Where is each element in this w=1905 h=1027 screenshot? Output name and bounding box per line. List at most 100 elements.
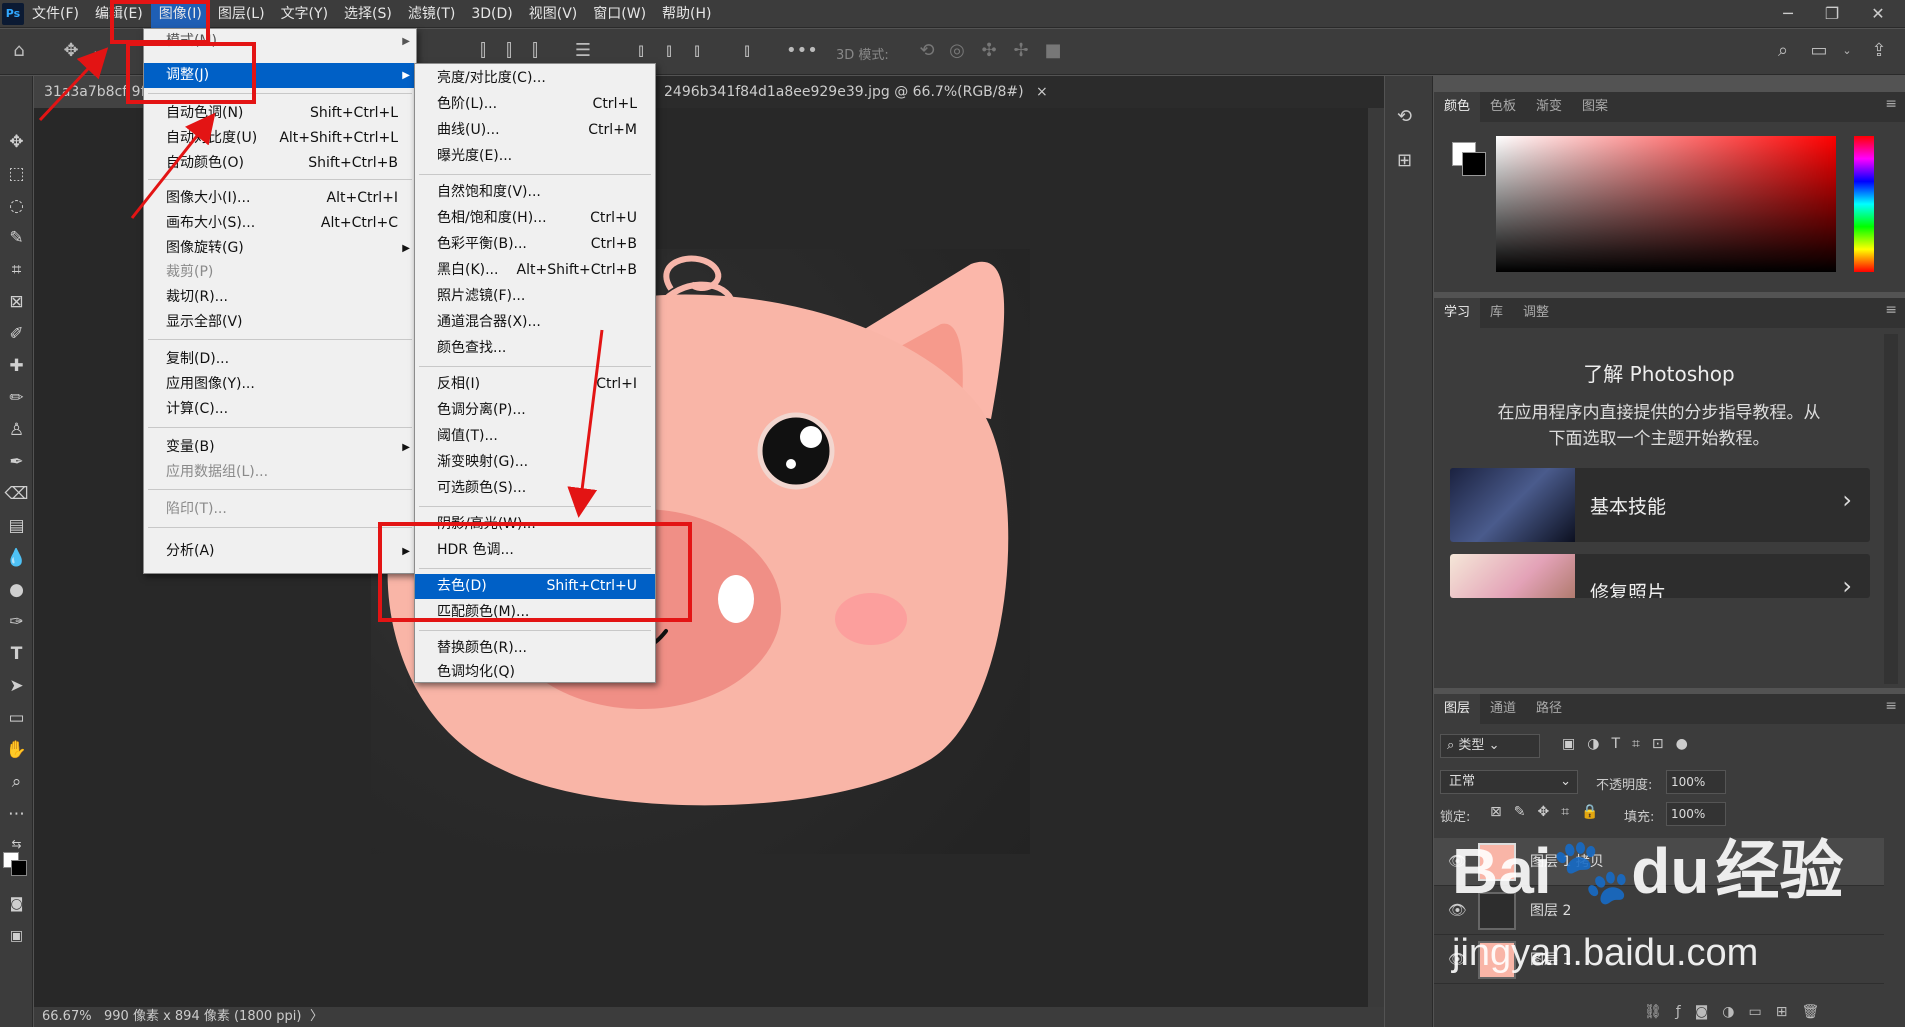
learn-card-thumbnail xyxy=(1450,554,1575,598)
hue-slider[interactable] xyxy=(1854,136,1874,272)
hand-tool-icon[interactable]: ✋ xyxy=(0,734,33,766)
layers-panel-tabs: 图层 通道 路径 xyxy=(1434,694,1905,724)
tab-libraries[interactable]: 库 xyxy=(1480,298,1513,328)
eye-icon[interactable]: 👁 xyxy=(1448,950,1467,968)
history-panel-icon[interactable]: ⟲ xyxy=(1397,106,1412,127)
workspace-icon[interactable]: ▭ xyxy=(1806,37,1832,65)
blend-mode-value: 正常 xyxy=(1449,774,1476,789)
distribute-vertical-icon[interactable]: ⫾ xyxy=(734,37,760,65)
layer-name[interactable]: 图层 1 拷贝 xyxy=(1530,851,1604,871)
panel-icon-strip: ⟲ ⊞ xyxy=(1385,76,1433,1027)
learn-panel: 学习 库 调整 ≡ 了解 Photoshop 在应用程序内直接提供的分步指导教程… xyxy=(1434,298,1905,688)
layer-filter-icons[interactable]: ▣◑T⌗⊡● xyxy=(1562,736,1700,752)
pig-nostril-right xyxy=(718,575,754,623)
fill-input[interactable]: 100% xyxy=(1666,802,1726,826)
opacity-input[interactable]: 100% xyxy=(1666,770,1726,794)
type-tool-icon[interactable]: T xyxy=(0,638,33,670)
tab-patterns[interactable]: 图案 xyxy=(1572,92,1618,122)
learn-card-fix-photos[interactable]: 修复照片 › xyxy=(1450,554,1870,598)
vertical-scrollbar[interactable] xyxy=(1368,108,1384,1007)
chevron-right-icon: › xyxy=(1842,572,1852,598)
3d-pan-icon[interactable]: ✣ xyxy=(976,37,1002,65)
lock-label: 锁定: xyxy=(1440,810,1471,825)
annotation-arrow-1 xyxy=(38,47,109,122)
layer-row-3[interactable]: 👁 图层 1 xyxy=(1434,936,1884,984)
layer-name[interactable]: 图层 1 xyxy=(1530,949,1571,969)
more-tools-icon[interactable]: ⋯ xyxy=(0,798,33,830)
3d-orbit-icon[interactable]: ⟲ xyxy=(914,37,940,65)
zoom-level[interactable]: 66.67% xyxy=(42,1007,92,1027)
screen-mode-icon[interactable]: ▣ xyxy=(0,920,33,952)
document-info: 990 像素 x 894 像素 (1800 ppi) xyxy=(104,1009,302,1024)
learn-desc-line1: 在应用程序内直接提供的分步指导教程。从 xyxy=(1497,403,1821,423)
3d-mode-label: 3D 模式: xyxy=(836,48,889,63)
close-tab-icon[interactable]: × xyxy=(1036,84,1048,100)
color-picker-field[interactable] xyxy=(1496,136,1836,272)
learn-card-basic-skills[interactable]: 基本技能 › xyxy=(1450,468,1870,542)
document-tab-2[interactable]: 2496b341f84d1a8ee929e39.jpg @ 66.7%(RGB/… xyxy=(654,76,1058,108)
layer-row-2[interactable]: 👁 图层 2 xyxy=(1434,887,1884,935)
shape-tool-icon[interactable]: ▭ xyxy=(0,702,33,734)
layer-name[interactable]: 图层 2 xyxy=(1530,900,1571,920)
document-tab-title: 2496b341f84d1a8ee929e39.jpg @ 66.7%(RGB/… xyxy=(664,84,1024,100)
3d-roll-icon[interactable]: ◎ xyxy=(944,37,970,65)
pig-eye-highlight xyxy=(800,426,822,448)
panel-menu-icon[interactable]: ≡ xyxy=(1885,698,1897,714)
right-panels: 颜色 色板 渐变 图案 ≡ 学习 库 调整 ≡ 了解 Photoshop 在应用… xyxy=(1434,76,1905,1027)
color-bg-swatch[interactable] xyxy=(1462,152,1486,176)
background-color-swatch[interactable] xyxy=(11,860,27,876)
properties-panel-icon[interactable]: ⊞ xyxy=(1397,150,1412,171)
layer-filter-select[interactable]: ⌕ 类型 ⌄ xyxy=(1440,734,1540,758)
quick-mask-icon[interactable]: ◙ xyxy=(0,888,33,920)
tab-layers[interactable]: 图层 xyxy=(1434,694,1481,724)
tab-adjustments[interactable]: 调整 xyxy=(1513,298,1559,328)
tab-color[interactable]: 颜色 xyxy=(1434,92,1481,122)
path-select-tool-icon[interactable]: ➤ xyxy=(0,670,33,702)
tab-gradients[interactable]: 渐变 xyxy=(1526,92,1572,122)
annotation-arrow-2 xyxy=(130,112,216,219)
chevron-right-icon: › xyxy=(1842,486,1852,514)
panel-menu-icon[interactable]: ≡ xyxy=(1885,96,1897,112)
tab-paths[interactable]: 路径 xyxy=(1526,694,1572,724)
learn-desc-line2: 下面选取一个主题开始教程。 xyxy=(1548,429,1770,449)
eye-icon[interactable]: 👁 xyxy=(1448,852,1467,870)
learn-title: 了解 Photoshop xyxy=(1583,362,1735,386)
more-icon[interactable]: ••• xyxy=(786,37,818,65)
learn-scrollbar[interactable] xyxy=(1884,334,1898,684)
3d-camera-icon[interactable]: ■ xyxy=(1040,37,1066,65)
lock-icons[interactable]: ⊠✎✥⌗🔒 xyxy=(1490,804,1611,820)
blend-mode-select[interactable]: 正常 ⌄ xyxy=(1440,770,1578,794)
tab-channels[interactable]: 通道 xyxy=(1480,694,1526,724)
layers-panel: 图层 通道 路径 ≡ ⌕ 类型 ⌄ ▣◑T⌗⊡● 正常 ⌄ 不透明度: 100% … xyxy=(1434,694,1905,1027)
learn-card-label: 基本技能 xyxy=(1590,496,1667,518)
tab-learn[interactable]: 学习 xyxy=(1434,298,1481,328)
panel-menu-icon[interactable]: ≡ xyxy=(1885,302,1897,318)
share-icon[interactable]: ⇪ xyxy=(1866,37,1892,65)
restore-button[interactable]: ❐ xyxy=(1810,0,1854,28)
workspace-chevron-icon[interactable]: ⌄ xyxy=(1834,37,1860,65)
status-arrow-icon[interactable]: 〉 xyxy=(310,1007,323,1027)
annotation-arrows xyxy=(38,47,604,518)
minimize-button[interactable]: ─ xyxy=(1766,0,1810,28)
eye-icon[interactable]: 👁 xyxy=(1448,901,1467,919)
close-window-button[interactable]: ✕ xyxy=(1856,0,1900,28)
color-panel-tabs: 颜色 色板 渐变 图案 xyxy=(1434,92,1905,122)
search-icon[interactable]: ⌕ xyxy=(1770,37,1796,65)
layer-row-1[interactable]: 👁 图层 1 拷贝 xyxy=(1434,838,1884,886)
menu-item-analysis[interactable]: 分析(A) ▶ xyxy=(144,539,416,564)
3d-slide-icon[interactable]: ✢ xyxy=(1008,37,1034,65)
tab-swatches[interactable]: 色板 xyxy=(1480,92,1526,122)
adj-replace-color[interactable]: 替换颜色(R)... xyxy=(415,636,655,661)
layer-actions-icons[interactable]: ⛓ƒ◙◑▭⊞🗑 xyxy=(1644,1004,1833,1020)
layer-filter-label: 类型 xyxy=(1458,738,1485,753)
zoom-tool-icon[interactable]: ⌕ xyxy=(0,766,33,798)
blur-tool-icon[interactable]: 💧 xyxy=(0,542,33,574)
color-panel: 颜色 色板 渐变 图案 ≡ xyxy=(1434,92,1905,292)
dodge-tool-icon[interactable]: ● xyxy=(0,574,33,606)
annotation-box-desaturate xyxy=(378,522,692,622)
status-bar: 66.67% 990 像素 x 894 像素 (1800 ppi) 〉 xyxy=(34,1007,1384,1027)
layer-thumbnail xyxy=(1478,843,1516,881)
pen-tool-icon[interactable]: ✑ xyxy=(0,606,33,638)
layer-thumbnail xyxy=(1478,892,1516,930)
adj-equalize[interactable]: 色调均化(Q) xyxy=(415,660,655,685)
